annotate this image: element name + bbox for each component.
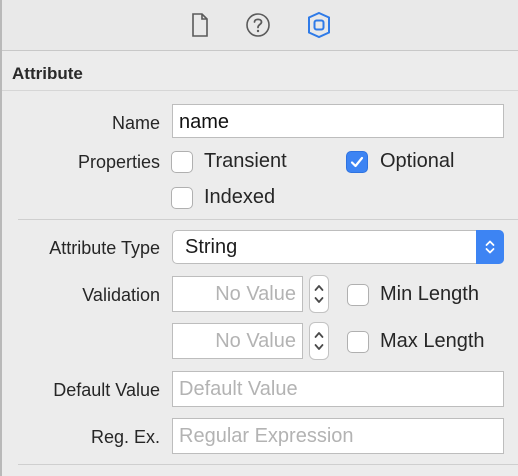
name-label: Name: [111, 113, 160, 133]
max-length-checkbox[interactable]: [347, 331, 369, 353]
divider: [18, 219, 518, 220]
data-model-inspector-icon[interactable]: [304, 10, 334, 40]
properties-label: Properties: [77, 152, 160, 172]
name-field[interactable]: name: [172, 104, 504, 138]
attribute-type-value: String: [185, 236, 238, 258]
regex-label: Reg. Ex.: [90, 427, 160, 447]
popup-arrows-icon: [476, 230, 504, 264]
stepper-arrows-icon: [314, 332, 324, 350]
optional-label: Optional: [380, 150, 455, 172]
attribute-type-popup[interactable]: String: [172, 230, 504, 264]
file-inspector-icon[interactable]: [185, 10, 215, 40]
default-value-label: Default Value: [53, 380, 160, 400]
indexed-checkbox[interactable]: [171, 187, 193, 209]
min-length-field[interactable]: No Value: [172, 276, 303, 312]
attribute-type-label: Attribute Type: [49, 238, 160, 258]
inspector-selector-bar: [2, 0, 518, 51]
transient-label: Transient: [204, 150, 287, 172]
default-value-field[interactable]: Default Value: [172, 371, 504, 407]
min-length-stepper[interactable]: [309, 275, 329, 313]
transient-checkbox[interactable]: [171, 151, 193, 173]
checkmark-icon: [350, 156, 364, 168]
max-length-stepper[interactable]: [309, 322, 329, 360]
regex-field[interactable]: Regular Expression: [172, 418, 504, 454]
quick-help-icon[interactable]: [243, 10, 273, 40]
section-divider: [2, 90, 518, 91]
max-length-label: Max Length: [380, 330, 485, 352]
panel-left-border: [0, 0, 2, 476]
divider: [18, 464, 518, 465]
min-length-label: Min Length: [380, 283, 479, 305]
max-length-field[interactable]: No Value: [172, 323, 303, 359]
min-length-checkbox[interactable]: [347, 284, 369, 306]
validation-label: Validation: [82, 285, 160, 305]
section-title: Attribute: [12, 64, 83, 83]
optional-checkbox[interactable]: [346, 151, 368, 173]
indexed-label: Indexed: [204, 186, 276, 208]
stepper-arrows-icon: [314, 285, 324, 303]
